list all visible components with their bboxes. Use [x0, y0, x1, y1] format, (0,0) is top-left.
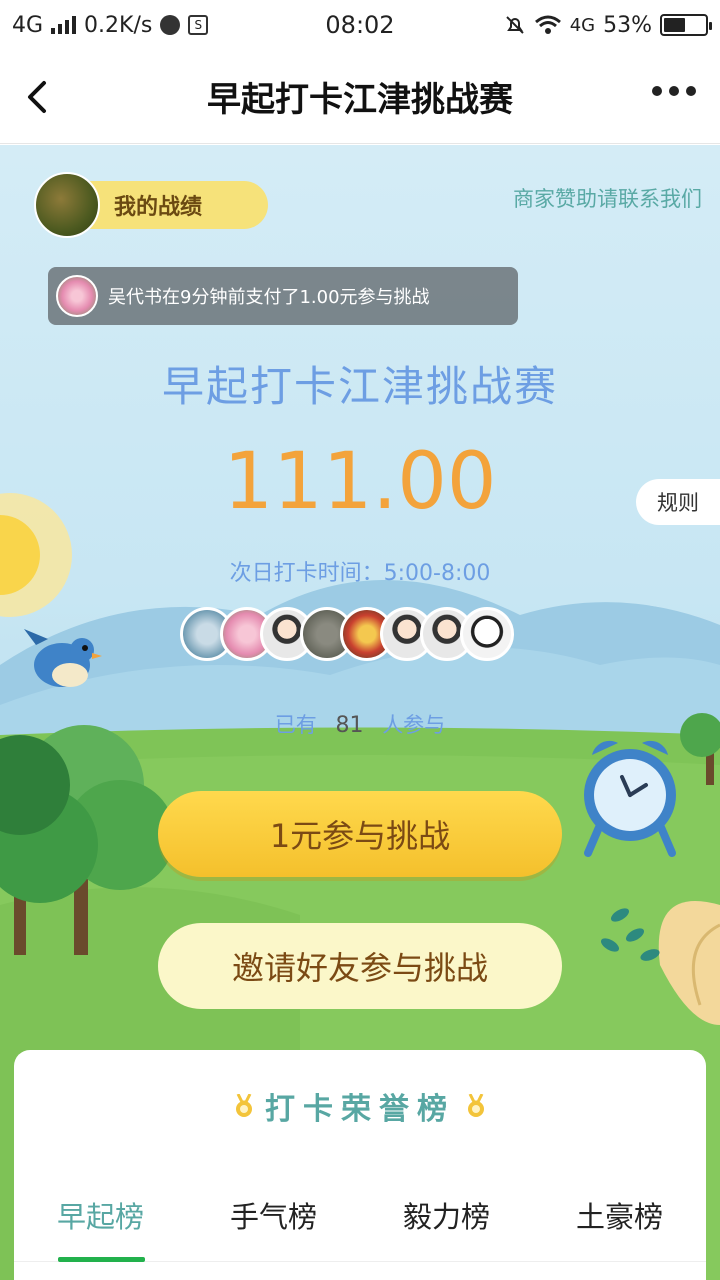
participant-avatars[interactable]	[180, 607, 514, 663]
honor-title-text: 打卡荣誉榜	[265, 1092, 455, 1127]
mute-bell-icon	[505, 16, 524, 34]
nav-bar: 早起打卡江津挑战赛	[0, 50, 720, 144]
honor-board-title: 打卡荣誉榜	[14, 1084, 706, 1128]
more-dots-icon[interactable]	[652, 86, 696, 96]
tab-perseverance[interactable]: 毅力榜	[360, 1182, 533, 1261]
my-record-label: 我的战绩	[114, 195, 203, 220]
status-bar: 4G 0.2K/s S 08:02 4G 53%	[0, 0, 720, 50]
payment-ticker: 吴代书在9分钟前支付了1.00元参与挑战	[48, 267, 518, 325]
status-right: 4G 53%	[504, 12, 712, 38]
network-type-right: 4G	[569, 14, 596, 36]
network-type: 4G	[12, 12, 44, 38]
ticker-text: 吴代书在9分钟前支付了1.00元参与挑战	[108, 287, 430, 308]
hero-section: 我的战绩 商家赞助请联系我们 吴代书在9分钟前支付了1.00元参与挑战 早起打卡…	[0, 145, 720, 1280]
participants-prefix: 已有	[274, 713, 317, 737]
status-left: 4G 0.2K/s S	[12, 12, 209, 38]
sponsor-contact-link[interactable]: 商家赞助请联系我们	[513, 183, 702, 213]
participants-count: 已有 81 人参与	[0, 709, 720, 739]
medal-icon	[468, 1094, 484, 1117]
battery-percent: 53%	[603, 12, 652, 38]
battery-fill	[664, 18, 686, 32]
signal-icon	[51, 16, 77, 34]
tab-luck[interactable]: 手气榜	[187, 1182, 360, 1261]
wifi-icon	[534, 15, 561, 34]
app-notification-icon	[160, 15, 181, 35]
leaderboard-tabs: 早起榜 手气榜 毅力榜 土豪榜	[14, 1182, 706, 1262]
rules-button[interactable]: 规则	[636, 479, 720, 525]
page-title: 早起打卡江津挑战赛	[207, 80, 513, 120]
my-record-button[interactable]: 我的战绩	[34, 171, 268, 239]
contest-title: 早起打卡江津挑战赛	[161, 362, 558, 411]
battery-icon	[660, 14, 712, 36]
join-challenge-button[interactable]: 1元参与挑战	[158, 791, 562, 877]
honor-board-card: 打卡荣誉榜 早起榜 手气榜 毅力榜 土豪榜	[14, 1050, 706, 1280]
chevron-left-icon[interactable]	[20, 77, 60, 117]
avatar	[34, 172, 100, 238]
sim-card-icon: S	[188, 15, 209, 35]
participants-suffix: 人参与	[382, 713, 446, 737]
prize-pool-amount: 111.00	[223, 437, 497, 527]
tab-big-spender[interactable]: 土豪榜	[533, 1182, 706, 1261]
participants-number: 81	[335, 713, 364, 738]
network-speed: 0.2K/s	[84, 12, 153, 38]
tab-early-bird[interactable]: 早起榜	[14, 1182, 187, 1262]
participant-avatar	[460, 607, 514, 661]
checkin-time: 次日打卡时间：5:00-8:00	[229, 561, 491, 586]
invite-friends-button[interactable]: 邀请好友参与挑战	[158, 923, 562, 1009]
medal-icon	[236, 1094, 252, 1117]
ticker-avatar	[56, 275, 98, 317]
